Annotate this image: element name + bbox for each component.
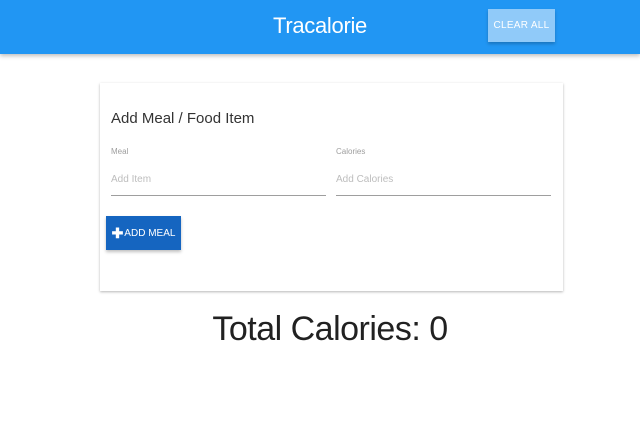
meal-label: Meal bbox=[111, 147, 129, 156]
add-meal-label: ADD MEAL bbox=[124, 227, 176, 239]
plus-icon: ✚ bbox=[111, 225, 124, 241]
add-meal-button[interactable]: ✚ ADD MEAL bbox=[106, 216, 181, 250]
navbar: Tracalorie CLEAR ALL bbox=[0, 0, 640, 54]
calories-input[interactable] bbox=[336, 163, 551, 196]
total-calories-value: 0 bbox=[429, 310, 448, 348]
card-title: Add Meal / Food Item bbox=[111, 110, 255, 127]
meal-field: Meal bbox=[111, 145, 326, 199]
calories-field: Calories bbox=[336, 145, 551, 199]
meal-input[interactable] bbox=[111, 163, 326, 196]
total-calories-label: Total Calories: bbox=[212, 310, 421, 348]
calories-label: Calories bbox=[336, 147, 366, 156]
clear-all-button[interactable]: CLEAR ALL bbox=[488, 9, 555, 42]
total-calories: Total Calories: 0 bbox=[0, 310, 640, 349]
add-meal-card: Add Meal / Food Item Meal Calories ✚ ADD… bbox=[100, 83, 563, 291]
